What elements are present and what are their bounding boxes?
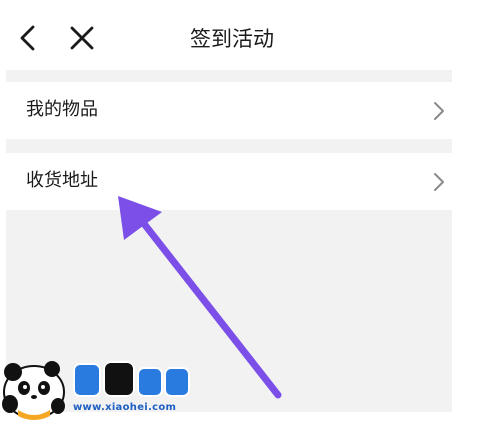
- list-item-my-items[interactable]: 我的物品: [6, 82, 452, 139]
- watermark-url: www.xiaohei.com: [73, 402, 177, 413]
- list-item-shipping-address[interactable]: 收货地址: [6, 153, 452, 210]
- page-title: 签到活动: [190, 27, 274, 51]
- list-item-label: 我的物品: [26, 99, 98, 120]
- close-icon[interactable]: [64, 20, 100, 56]
- watermark-logo: www.xiaohei.com: [0, 352, 200, 422]
- chevron-right-icon: [434, 173, 444, 191]
- top-bar: 签到活动: [0, 0, 484, 70]
- list-item-label: 收货地址: [26, 170, 98, 191]
- chevron-left-icon[interactable]: [10, 20, 46, 56]
- chevron-right-icon: [434, 102, 444, 120]
- screen: 签到活动 我的物品 收货地址 www.xiaohei.com: [0, 0, 484, 425]
